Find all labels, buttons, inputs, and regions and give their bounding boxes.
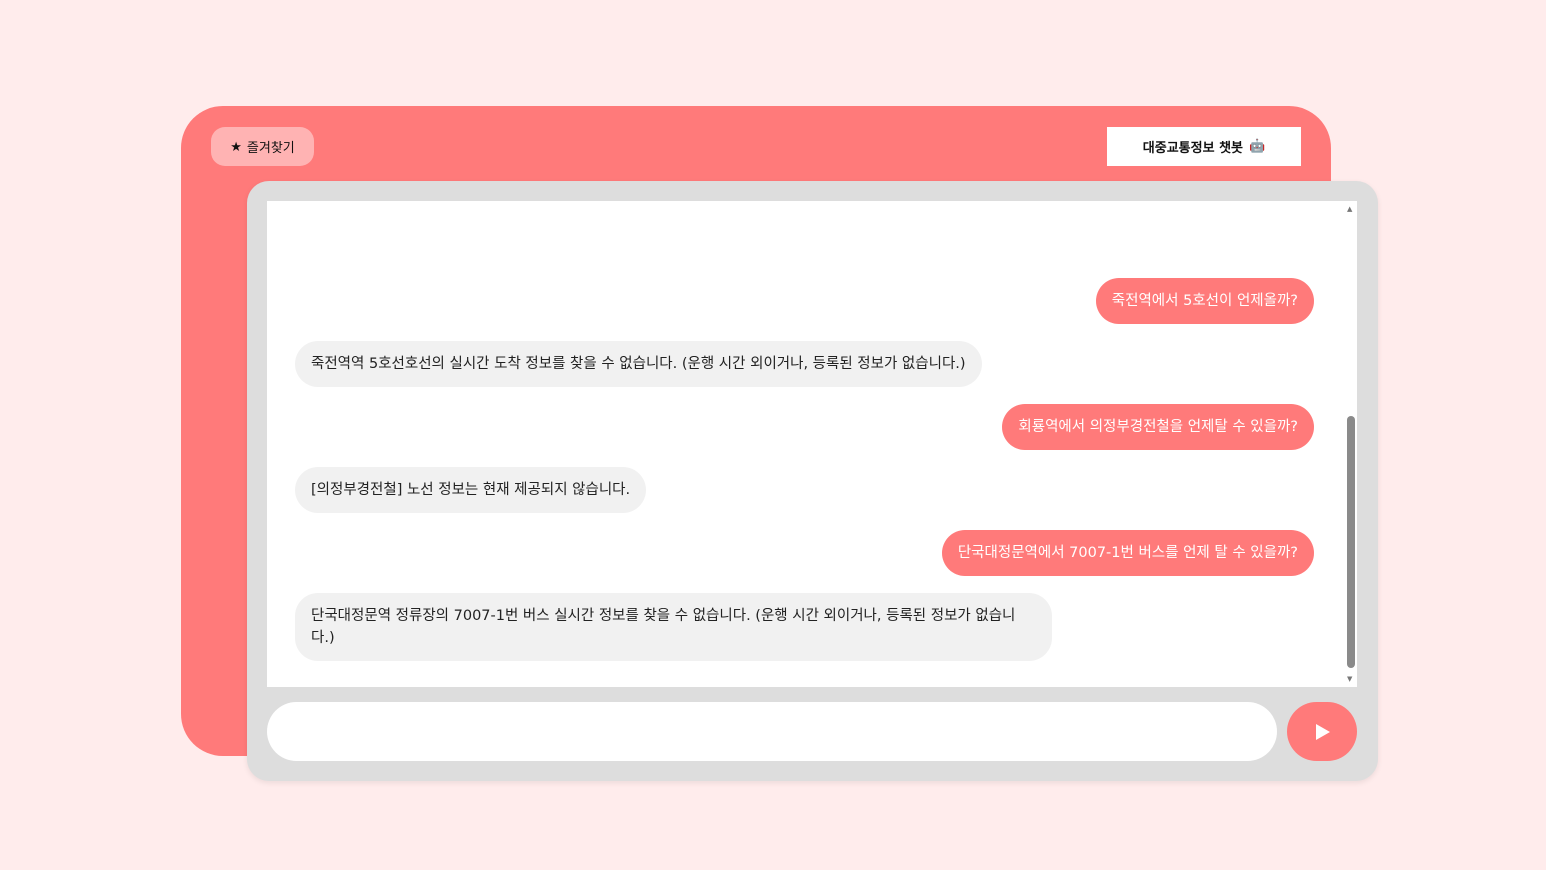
play-icon <box>1316 723 1330 740</box>
user-message: 죽전역에서 5호선이 언제올까? <box>1095 278 1314 324</box>
app-title: 대중교통정보 챗봇 🤖 <box>1107 127 1301 166</box>
scroll-down-icon[interactable]: ▼ <box>1347 675 1352 683</box>
message-list: 죽전역에서 5호선이 언제올까? 죽전역역 5호선호선의 실시간 도착 정보를 찾… <box>295 278 1314 661</box>
user-message: 단국대정문역에서 7007-1번 버스를 언제 탈 수 있을까? <box>941 530 1314 576</box>
chat-history: 죽전역에서 5호선이 언제올까? 죽전역역 5호선호선의 실시간 도착 정보를 찾… <box>267 201 1357 687</box>
chat-panel: 죽전역에서 5호선이 언제올까? 죽전역역 5호선호선의 실시간 도착 정보를 찾… <box>247 181 1378 781</box>
favorites-button[interactable]: ★ 즐겨찾기 <box>211 127 314 166</box>
bot-message: 단국대정문역 정류장의 7007-1번 버스 실시간 정보를 찾을 수 없습니다… <box>295 593 1052 661</box>
star-icon: ★ <box>230 138 242 154</box>
bot-message: 죽전역역 5호선호선의 실시간 도착 정보를 찾을 수 없습니다. (운행 시간… <box>295 341 982 387</box>
scrollbar-thumb[interactable] <box>1347 416 1355 668</box>
scroll-up-icon[interactable]: ▲ <box>1347 205 1352 213</box>
robot-icon: 🤖 <box>1249 139 1266 154</box>
message-input[interactable] <box>267 702 1277 761</box>
send-button[interactable] <box>1287 702 1357 761</box>
user-message: 회룡역에서 의정부경전철을 언제탈 수 있을까? <box>1002 404 1314 450</box>
bot-message: [의정부경전철] 노선 정보는 현재 제공되지 않습니다. <box>295 467 647 513</box>
scrollbar[interactable]: ▲ ▼ <box>1345 201 1357 687</box>
